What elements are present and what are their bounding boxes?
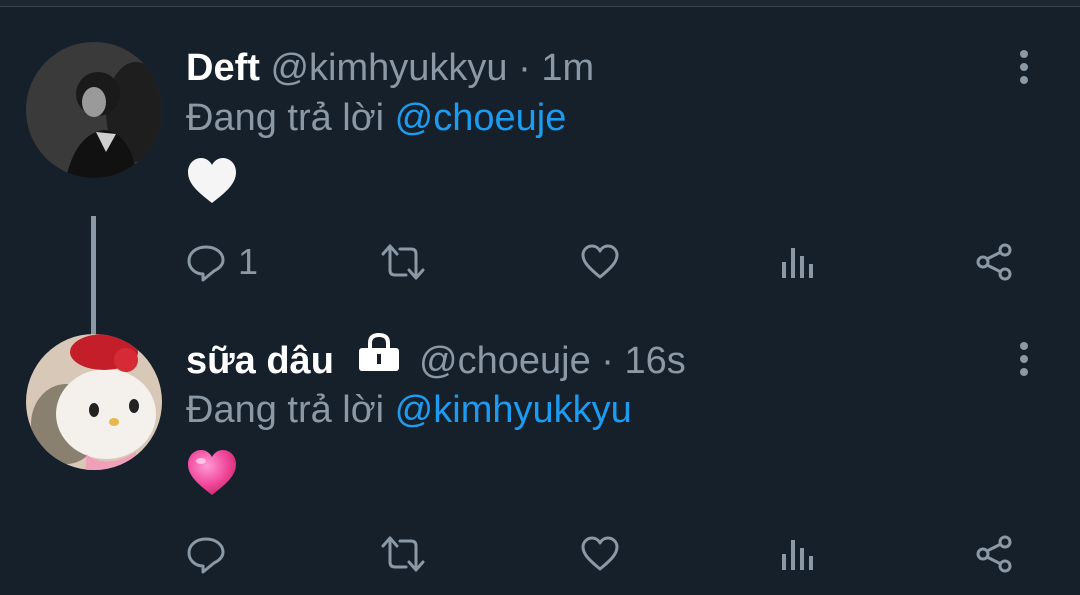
avatar-sua-dau[interactable] <box>26 334 162 470</box>
replying-to: Đang trả lời @choeuje <box>186 96 566 140</box>
white-heart-icon <box>186 156 238 208</box>
share-button[interactable] <box>974 242 1014 282</box>
separator: · <box>518 47 531 89</box>
replying-to-label: Đang trả lời <box>186 97 385 139</box>
tweet-header: Deft @kimhyukkyu · 1m <box>186 46 594 90</box>
analytics-icon <box>782 540 813 570</box>
mention-link[interactable]: @choeuje <box>395 97 567 139</box>
like-icon <box>581 244 619 279</box>
pink-heart-icon <box>186 448 238 500</box>
more-icon[interactable] <box>1012 50 1036 94</box>
top-divider <box>0 0 1080 7</box>
separator: · <box>601 340 614 383</box>
tweet-actions: 1 <box>186 241 1026 282</box>
user-handle[interactable]: @kimhyukkyu <box>270 47 507 89</box>
retweet-icon <box>381 244 425 280</box>
avatar-deft[interactable] <box>26 42 162 178</box>
reply-button[interactable] <box>186 534 238 574</box>
share-icon <box>976 535 1012 573</box>
retweet-button[interactable] <box>380 242 426 282</box>
like-icon <box>581 536 619 571</box>
reply-button[interactable]: 1 <box>186 241 259 282</box>
display-name[interactable]: Deft <box>186 47 260 89</box>
mention-link[interactable]: @kimhyukkyu <box>395 389 632 431</box>
reply-icon <box>187 245 225 282</box>
like-button[interactable] <box>580 534 620 574</box>
like-button[interactable] <box>580 242 620 282</box>
retweet-button[interactable] <box>380 534 426 574</box>
replying-to-label: Đang trả lời <box>186 389 385 431</box>
tweet-header: sữa dâu @choeuje · 16s <box>186 332 686 388</box>
analytics-button[interactable] <box>778 242 818 282</box>
share-icon <box>976 243 1012 281</box>
tweet-actions <box>186 534 1026 574</box>
lock-icon <box>356 332 402 382</box>
share-button[interactable] <box>974 534 1014 574</box>
user-handle[interactable]: @choeuje <box>419 340 591 382</box>
analytics-icon <box>782 248 813 278</box>
analytics-button[interactable] <box>778 534 818 574</box>
replying-to: Đang trả lời @kimhyukkyu <box>186 388 632 432</box>
reply-icon <box>187 537 225 574</box>
retweet-icon <box>381 536 425 572</box>
display-name[interactable]: sữa dâu <box>186 340 334 382</box>
timestamp[interactable]: 16s <box>625 340 686 382</box>
more-icon[interactable] <box>1012 342 1036 386</box>
reply-count: 1 <box>238 241 259 282</box>
timestamp[interactable]: 1m <box>541 47 594 89</box>
